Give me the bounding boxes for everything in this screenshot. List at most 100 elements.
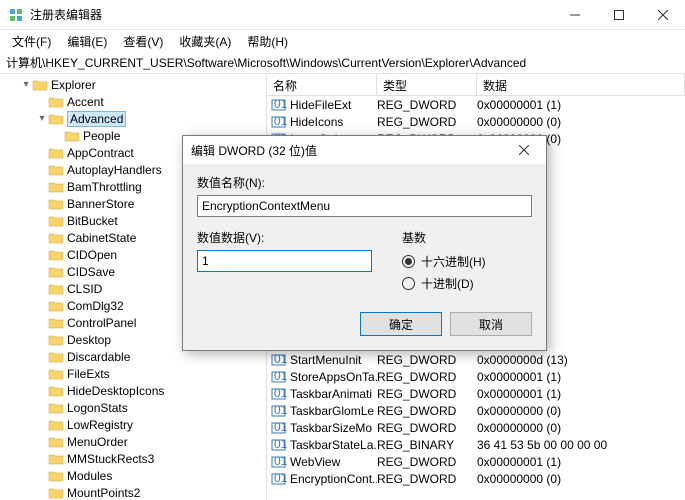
svg-text:011: 011 <box>274 387 287 400</box>
value-icon: 011 <box>271 455 287 469</box>
tree-item[interactable]: LowRegistry <box>0 416 266 433</box>
menu-favorites[interactable]: 收藏夹(A) <box>173 31 237 52</box>
list-row[interactable]: 011EncryptionCont...REG_DWORD0x00000000 … <box>267 470 685 487</box>
tree-item-label: MountPoints2 <box>67 486 140 500</box>
menu-help[interactable]: 帮助(H) <box>241 31 294 52</box>
tree-item-label: Accent <box>67 95 104 109</box>
folder-icon <box>48 469 64 483</box>
tree-item[interactable]: HideDesktopIcons <box>0 382 266 399</box>
value-icon: 011 <box>271 115 287 129</box>
value-data-input[interactable] <box>197 250 372 272</box>
radio-dec[interactable]: 十进制(D) <box>402 272 532 294</box>
value-icon: 011 <box>271 421 287 435</box>
list-row[interactable]: 011HideIconsREG_DWORD0x00000000 (0) <box>267 113 685 130</box>
tree-item-label: CLSID <box>67 282 102 296</box>
tree-item-label: AutoplayHandlers <box>67 163 162 177</box>
value-data: 0x00000001 (1) <box>477 370 685 384</box>
value-name: StartMenuInit <box>290 353 361 367</box>
list-row[interactable]: 011StartMenuInitREG_DWORD0x0000000d (13) <box>267 351 685 368</box>
col-data[interactable]: 数据 <box>477 74 685 95</box>
ok-button[interactable]: 确定 <box>360 312 442 336</box>
svg-text:011: 011 <box>274 472 287 485</box>
value-type: REG_DWORD <box>377 115 477 129</box>
value-name-label: 数值名称(N): <box>197 174 532 191</box>
value-name-input[interactable] <box>197 195 532 217</box>
svg-text:011: 011 <box>274 421 287 434</box>
value-data-label: 数值数据(V): <box>197 229 372 246</box>
folder-icon <box>48 452 64 466</box>
value-icon: 011 <box>271 438 287 452</box>
address-label: 计算机 <box>6 56 42 70</box>
value-icon: 011 <box>271 370 287 384</box>
svg-text:011: 011 <box>274 353 287 366</box>
folder-icon <box>32 78 48 92</box>
list-row[interactable]: 011HideFileExtREG_DWORD0x00000001 (1) <box>267 96 685 113</box>
menu-edit[interactable]: 编辑(E) <box>61 31 113 52</box>
value-name: TaskbarSizeMo <box>290 421 372 435</box>
col-type[interactable]: 类型 <box>377 74 477 95</box>
tree-item[interactable]: LogonStats <box>0 399 266 416</box>
minimize-button[interactable] <box>553 0 597 30</box>
folder-icon <box>48 401 64 415</box>
list-row[interactable]: 011TaskbarAnimatiREG_DWORD0x00000001 (1) <box>267 385 685 402</box>
chevron-icon[interactable]: ▾ <box>36 113 48 124</box>
value-type: REG_BINARY <box>377 438 477 452</box>
cancel-button[interactable]: 取消 <box>450 312 532 336</box>
close-button[interactable] <box>641 0 685 30</box>
tree-item[interactable]: FileExts <box>0 365 266 382</box>
tree-item[interactable]: ▾ Advanced <box>0 110 266 127</box>
value-data: 0x00000001 (1) <box>477 455 685 469</box>
tree-item-label: MMStuckRects3 <box>67 452 154 466</box>
tree-item[interactable]: MountPoints2 <box>0 484 266 500</box>
menu-file[interactable]: 文件(F) <box>6 31 57 52</box>
tree-item-label: Desktop <box>67 333 111 347</box>
svg-text:011: 011 <box>274 115 287 128</box>
folder-icon <box>48 299 64 313</box>
chevron-icon[interactable]: ▾ <box>20 79 32 90</box>
address-path: \HKEY_CURRENT_USER\Software\Microsoft\Wi… <box>42 56 526 70</box>
folder-icon <box>64 129 80 143</box>
folder-icon <box>48 265 64 279</box>
maximize-button[interactable] <box>597 0 641 30</box>
folder-icon <box>48 333 64 347</box>
value-type: REG_DWORD <box>377 455 477 469</box>
list-row[interactable]: 011WebView REG_DWORD0x00000001 (1) <box>267 453 685 470</box>
tree-item-label: Advanced <box>67 111 126 127</box>
tree-item-label: LogonStats <box>67 401 128 415</box>
folder-icon <box>48 146 64 160</box>
folder-icon <box>48 418 64 432</box>
tree-item[interactable]: ▾ Explorer <box>0 76 266 93</box>
radio-dec-label: 十进制(D) <box>421 275 474 292</box>
menu-view[interactable]: 查看(V) <box>117 31 169 52</box>
tree-item[interactable]: MMStuckRects3 <box>0 450 266 467</box>
svg-text:011: 011 <box>274 98 287 111</box>
value-name: HideIcons <box>290 115 343 129</box>
value-name: WebView <box>290 455 340 469</box>
value-type: REG_DWORD <box>377 387 477 401</box>
tree-item-label: MenuOrder <box>67 435 128 449</box>
folder-icon <box>48 435 64 449</box>
tree-item[interactable]: MenuOrder <box>0 433 266 450</box>
svg-text:011: 011 <box>274 404 287 417</box>
tree-item[interactable]: Modules <box>0 467 266 484</box>
list-row[interactable]: 011TaskbarSizeMoREG_DWORD0x00000000 (0) <box>267 419 685 436</box>
radio-hex[interactable]: 十六进制(H) <box>402 250 532 272</box>
menu-bar: 文件(F) 编辑(E) 查看(V) 收藏夹(A) 帮助(H) <box>0 30 685 52</box>
address-bar[interactable]: 计算机\HKEY_CURRENT_USER\Software\Microsoft… <box>0 52 685 74</box>
tree-item-label: Explorer <box>51 78 96 92</box>
value-data: 0x00000001 (1) <box>477 387 685 401</box>
list-row[interactable]: 011StoreAppsOnTa...REG_DWORD0x00000001 (… <box>267 368 685 385</box>
dialog-close-button[interactable] <box>510 136 538 164</box>
tree-item-label: HideDesktopIcons <box>67 384 164 398</box>
tree-item-label: CIDSave <box>67 265 115 279</box>
col-name[interactable]: 名称 <box>267 74 377 95</box>
list-header: 名称 类型 数据 <box>267 74 685 96</box>
list-row[interactable]: 011TaskbarGlomLeREG_DWORD0x00000000 (0) <box>267 402 685 419</box>
value-data: 0x00000000 (0) <box>477 472 685 486</box>
value-icon: 011 <box>271 387 287 401</box>
svg-text:011: 011 <box>274 438 287 451</box>
folder-icon <box>48 163 64 177</box>
tree-item-label: LowRegistry <box>67 418 133 432</box>
list-row[interactable]: 011TaskbarStateLa...REG_BINARY36 41 53 5… <box>267 436 685 453</box>
tree-item[interactable]: Accent <box>0 93 266 110</box>
